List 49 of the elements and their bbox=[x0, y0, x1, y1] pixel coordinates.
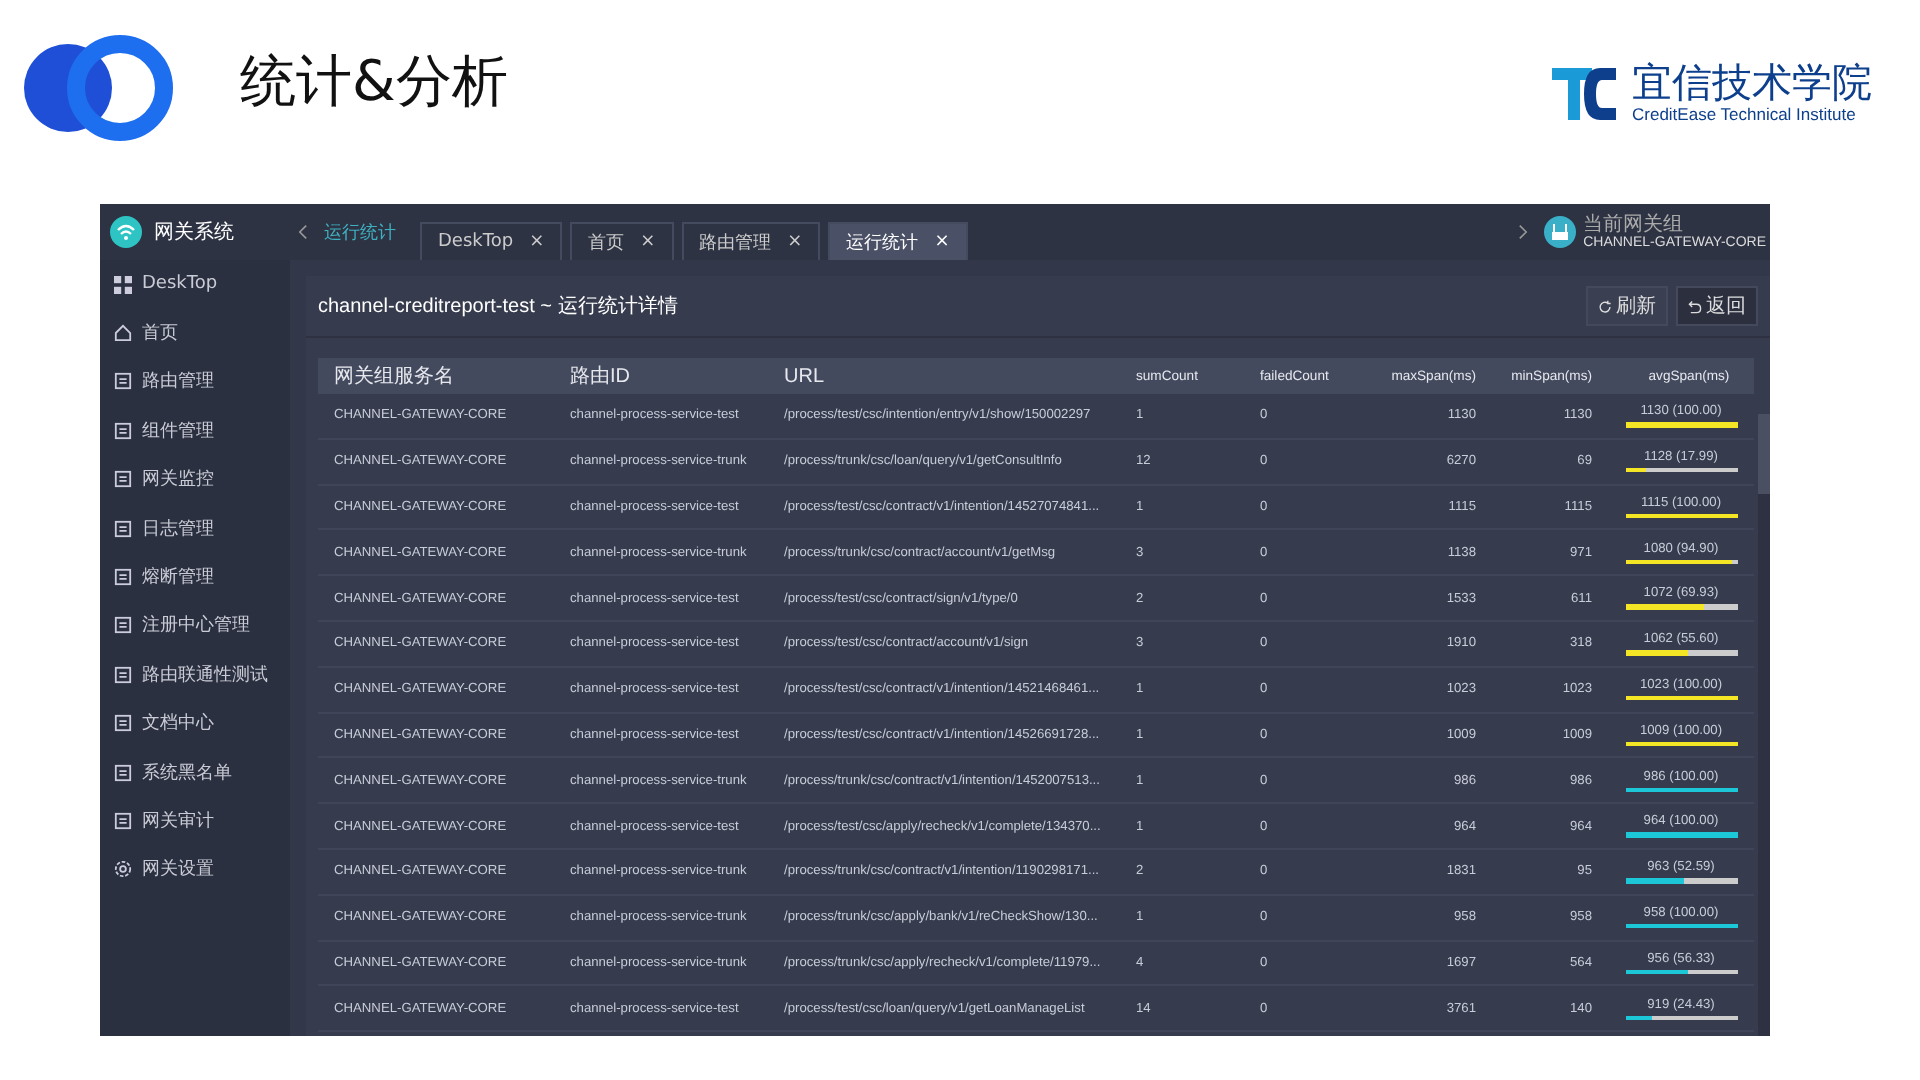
list-icon bbox=[114, 421, 132, 440]
column-header: URL bbox=[782, 365, 827, 387]
sidebar-item[interactable]: 路由联通性测试 bbox=[100, 650, 290, 700]
list-icon bbox=[114, 811, 132, 830]
grid-icon bbox=[114, 275, 132, 294]
list-icon bbox=[114, 665, 132, 684]
tab[interactable]: DeskTop × bbox=[420, 222, 563, 260]
list-icon bbox=[114, 714, 132, 733]
panel-title: channel-creditreport-test ~ 运行统计详情 bbox=[318, 293, 678, 320]
tab[interactable]: 路由管理 × bbox=[681, 222, 821, 260]
slide-title: 统计&分析 bbox=[240, 46, 508, 118]
gear-icon bbox=[114, 860, 132, 879]
brand-subtitle: CreditEase Technical Institute bbox=[1632, 104, 1858, 124]
wifi-logo-icon bbox=[110, 216, 142, 248]
brand-name: 宜信技术学院 bbox=[1632, 60, 1872, 104]
list-icon bbox=[114, 372, 132, 391]
sidebar-item[interactable]: 注册中心管理 bbox=[100, 601, 290, 651]
sidebar-item[interactable]: DeskTop bbox=[100, 260, 290, 309]
list-icon bbox=[114, 616, 132, 635]
column-header: 网关组服务名 bbox=[332, 363, 456, 390]
router-icon bbox=[1543, 216, 1576, 248]
sidebar-item[interactable]: 日志管理 bbox=[100, 503, 290, 553]
tab[interactable]: 运行统计 × bbox=[828, 222, 968, 260]
sidebar-item[interactable]: 系统黑名单 bbox=[100, 747, 290, 797]
list-icon bbox=[114, 763, 132, 782]
chevron-left-icon[interactable] bbox=[298, 224, 308, 240]
breadcrumb: 运行统计 bbox=[324, 221, 396, 245]
home-icon bbox=[114, 324, 132, 343]
list-icon bbox=[114, 519, 132, 538]
column-header: 路由ID bbox=[568, 363, 632, 390]
sidebar-item[interactable]: 网关设置 bbox=[100, 845, 290, 895]
list-icon bbox=[114, 470, 132, 489]
list-icon bbox=[114, 568, 132, 587]
sidebar-item[interactable]: 熔断管理 bbox=[100, 552, 290, 602]
sidebar-item[interactable]: 文档中心 bbox=[100, 699, 290, 748]
back-button[interactable]: 返回 bbox=[1676, 286, 1758, 326]
tab[interactable]: 首页 × bbox=[570, 222, 674, 260]
sidebar-item[interactable]: 组件管理 bbox=[100, 406, 290, 456]
sidebar-item[interactable]: 网关审计 bbox=[100, 796, 290, 846]
app-title: 网关系统 bbox=[154, 219, 234, 246]
sidebar-item[interactable]: 首页 bbox=[100, 308, 290, 358]
sidebar-item[interactable]: 路由管理 bbox=[100, 357, 290, 407]
refresh-icon bbox=[1598, 299, 1612, 313]
refresh-button[interactable]: 刷新 bbox=[1586, 286, 1668, 326]
scrollbar[interactable] bbox=[1758, 414, 1770, 1036]
chevron-right-icon[interactable] bbox=[1517, 224, 1528, 240]
sidebar-item[interactable]: 网关监控 bbox=[100, 455, 290, 504]
return-arrow-icon bbox=[1688, 299, 1702, 313]
gateway-label: 当前网关组 bbox=[1583, 215, 1686, 235]
